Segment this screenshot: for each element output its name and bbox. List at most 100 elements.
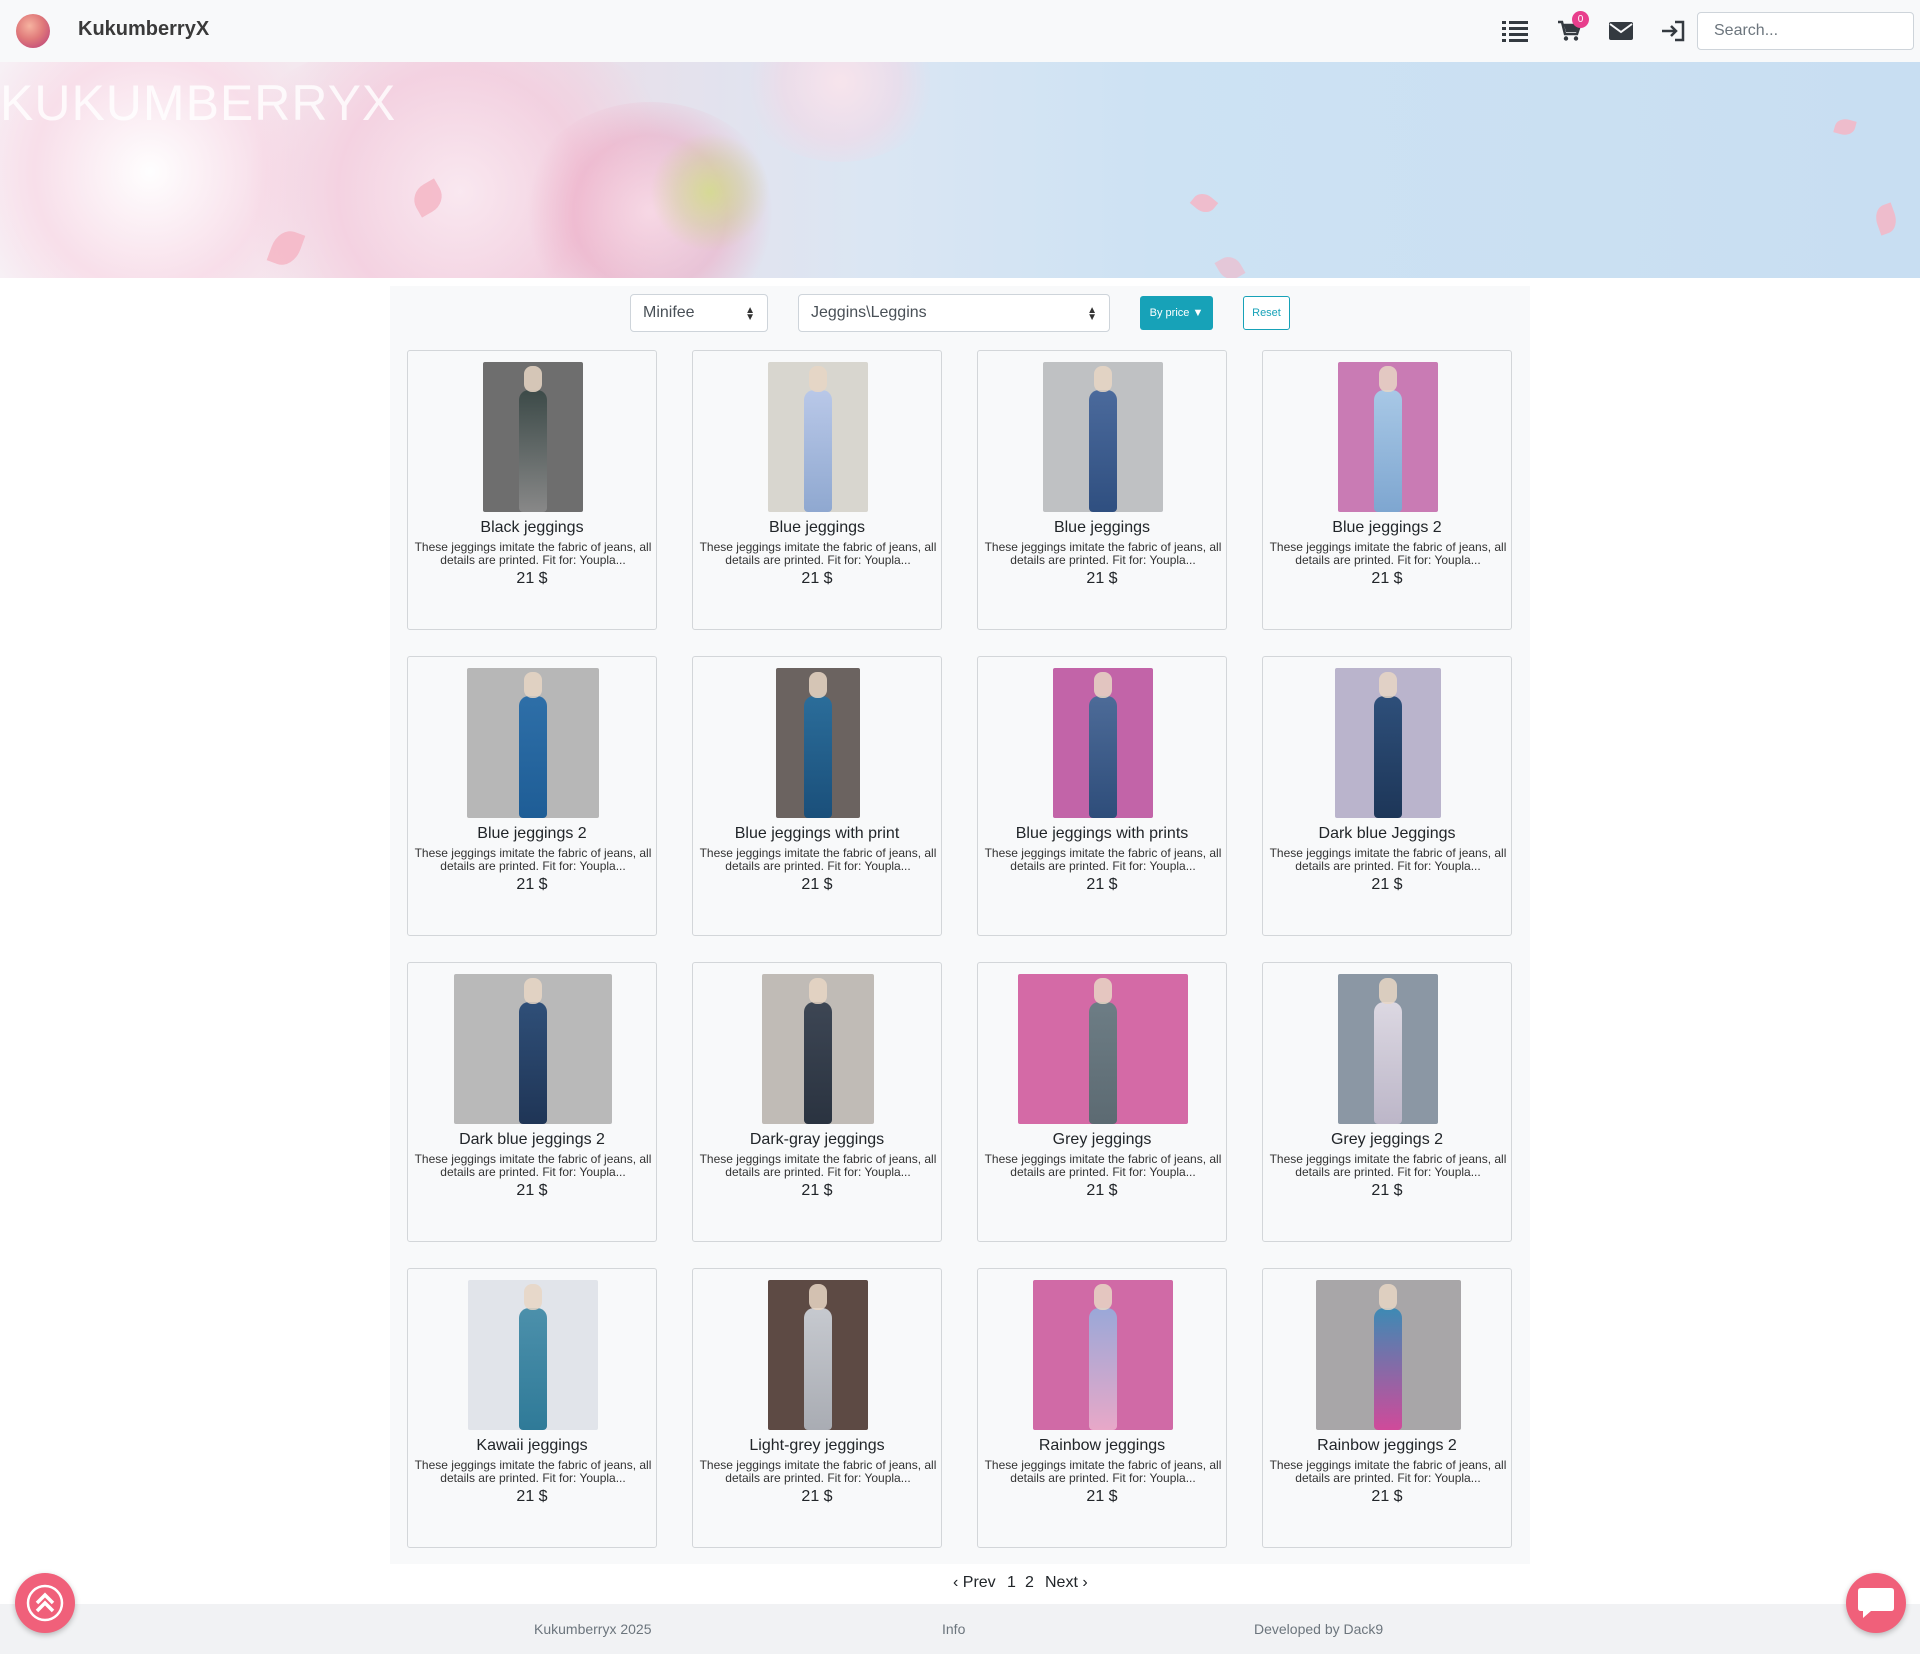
list-icon[interactable] xyxy=(1501,17,1529,45)
product-image[interactable] xyxy=(768,362,868,512)
product-card[interactable]: Blue jeggings 2 These jeggings imitate th… xyxy=(1262,350,1512,630)
product-image[interactable] xyxy=(454,974,612,1124)
product-price: 21 $ xyxy=(1371,1182,1403,1199)
doll-figure xyxy=(809,1284,827,1310)
product-image[interactable] xyxy=(1033,1280,1173,1430)
chat-bubble-icon xyxy=(1858,1588,1894,1618)
product-image[interactable] xyxy=(1338,974,1438,1124)
doll-figure xyxy=(1379,672,1397,698)
product-description: These jeggings imitate the fabric of jea… xyxy=(699,1152,937,1179)
product-price: 21 $ xyxy=(516,1182,548,1199)
product-card[interactable]: Dark-gray jeggings These jeggings imitate… xyxy=(692,962,942,1242)
product-name[interactable]: Blue jeggings xyxy=(978,519,1226,537)
product-name[interactable]: Blue jeggings 2 xyxy=(1263,519,1511,537)
product-card[interactable]: Black jeggings These jeggings imitate the… xyxy=(407,350,657,630)
blossom-decoration xyxy=(650,132,770,252)
catalog-container: Minifee ▲ ▼ Jeggins\Leggins ▲ ▼ By price ▼… xyxy=(390,286,1530,1564)
product-price: 21 $ xyxy=(516,876,548,893)
product-description: These jeggings imitate the fabric of jea… xyxy=(414,540,652,567)
product-name[interactable]: Rainbow jeggings 2 xyxy=(1263,1437,1511,1455)
product-card[interactable]: Blue jeggings These jeggings imitate the … xyxy=(692,350,942,630)
product-card[interactable]: Blue jeggings These jeggings imitate the … xyxy=(977,350,1227,630)
product-card[interactable]: Light-grey jeggings These jeggings imitat… xyxy=(692,1268,942,1548)
product-name[interactable]: Blue jeggings xyxy=(693,519,941,537)
scroll-to-top-button[interactable] xyxy=(15,1573,75,1633)
chat-button[interactable] xyxy=(1846,1573,1906,1633)
jeggings-figure xyxy=(519,1308,547,1430)
product-price: 21 $ xyxy=(1371,1488,1403,1505)
petal-decoration xyxy=(1871,202,1901,236)
product-card[interactable]: Rainbow jeggings 2 These jeggings imitate… xyxy=(1262,1268,1512,1548)
double-chevron-up-icon xyxy=(26,1584,64,1622)
product-description: These jeggings imitate the fabric of jea… xyxy=(1269,540,1507,567)
logo[interactable] xyxy=(16,14,50,48)
product-image[interactable] xyxy=(483,362,583,512)
product-image[interactable] xyxy=(1315,1280,1461,1430)
jeggings-figure xyxy=(1089,390,1117,512)
product-name[interactable]: Dark blue jeggings 2 xyxy=(408,1131,656,1149)
product-image[interactable] xyxy=(468,1280,598,1430)
product-price: 21 $ xyxy=(1086,876,1118,893)
product-description: These jeggings imitate the fabric of jea… xyxy=(1269,1152,1507,1179)
product-card[interactable]: Blue jeggings with prints These jeggings … xyxy=(977,656,1227,936)
product-image[interactable] xyxy=(467,668,599,818)
product-card[interactable]: Rainbow jeggings These jeggings imitate t… xyxy=(977,1268,1227,1548)
product-card[interactable]: Dark blue jeggings 2 These jeggings imita… xyxy=(407,962,657,1242)
category-select[interactable]: Jeggins\Leggins ▲ ▼ xyxy=(798,294,1110,332)
doll-figure xyxy=(524,672,542,698)
search-input[interactable] xyxy=(1697,12,1914,50)
pagination-prev[interactable]: ‹ Prev xyxy=(953,1574,996,1592)
product-image[interactable] xyxy=(1018,974,1188,1124)
size-select[interactable]: Minifee ▲ ▼ xyxy=(630,294,768,332)
product-image[interactable] xyxy=(776,668,860,818)
product-name[interactable]: Grey jeggings 2 xyxy=(1263,1131,1511,1149)
product-card[interactable]: Grey jeggings 2 These jeggings imitate th… xyxy=(1262,962,1512,1242)
product-name[interactable]: Grey jeggings xyxy=(978,1131,1226,1149)
product-price: 21 $ xyxy=(801,570,833,587)
product-image[interactable] xyxy=(1043,362,1163,512)
jeggings-figure xyxy=(1089,1308,1117,1430)
product-price: 21 $ xyxy=(1086,570,1118,587)
product-name[interactable]: Dark blue Jeggings xyxy=(1263,825,1511,843)
mail-icon[interactable] xyxy=(1607,17,1635,45)
product-description: These jeggings imitate the fabric of jea… xyxy=(414,1152,652,1179)
product-name[interactable]: Blue jeggings with print xyxy=(693,825,941,843)
product-image[interactable] xyxy=(768,1280,868,1430)
pagination-next[interactable]: Next › xyxy=(1045,1574,1088,1592)
product-name[interactable]: Rainbow jeggings xyxy=(978,1437,1226,1455)
product-name[interactable]: Light-grey jeggings xyxy=(693,1437,941,1455)
doll-figure xyxy=(1379,978,1397,1004)
pagination-page-2[interactable]: 2 xyxy=(1025,1574,1034,1592)
select-caret-icon: ▲ ▼ xyxy=(745,305,755,323)
product-image[interactable] xyxy=(762,974,874,1124)
footer-info-link[interactable]: Info xyxy=(942,1621,965,1637)
product-image[interactable] xyxy=(1335,668,1441,818)
reset-button[interactable]: Reset xyxy=(1243,296,1290,330)
doll-figure xyxy=(1094,1284,1112,1310)
product-price: 21 $ xyxy=(516,1488,548,1505)
product-card[interactable]: Blue jeggings 2 These jeggings imitate th… xyxy=(407,656,657,936)
product-card[interactable]: Grey jeggings These jeggings imitate the … xyxy=(977,962,1227,1242)
product-image[interactable] xyxy=(1338,362,1438,512)
product-name[interactable]: Blue jeggings with prints xyxy=(978,825,1226,843)
product-name[interactable]: Blue jeggings 2 xyxy=(408,825,656,843)
product-price: 21 $ xyxy=(801,876,833,893)
product-card[interactable]: Dark blue Jeggings These jeggings imitate… xyxy=(1262,656,1512,936)
pagination-page-1[interactable]: 1 xyxy=(1007,1574,1016,1592)
hero-banner: KUKUMBERRYX xyxy=(0,62,1920,278)
brand-name[interactable]: KukumberryX xyxy=(78,18,209,41)
cart-count-badge: 0 xyxy=(1572,11,1589,28)
product-name[interactable]: Kawaii jeggings xyxy=(408,1437,656,1455)
product-name[interactable]: Black jeggings xyxy=(408,519,656,537)
product-card[interactable]: Kawaii jeggings These jeggings imitate th… xyxy=(407,1268,657,1548)
jeggings-figure xyxy=(1089,696,1117,818)
category-select-value: Jeggins\Leggins xyxy=(811,304,927,321)
sort-by-price-button[interactable]: By price ▼ xyxy=(1140,296,1213,330)
jeggings-figure xyxy=(1374,1308,1402,1430)
select-caret-icon: ▲ ▼ xyxy=(1087,305,1097,323)
login-icon[interactable] xyxy=(1659,17,1687,45)
jeggings-figure xyxy=(804,390,832,512)
product-image[interactable] xyxy=(1053,668,1153,818)
product-card[interactable]: Blue jeggings with print These jeggings i… xyxy=(692,656,942,936)
product-name[interactable]: Dark-gray jeggings xyxy=(693,1131,941,1149)
